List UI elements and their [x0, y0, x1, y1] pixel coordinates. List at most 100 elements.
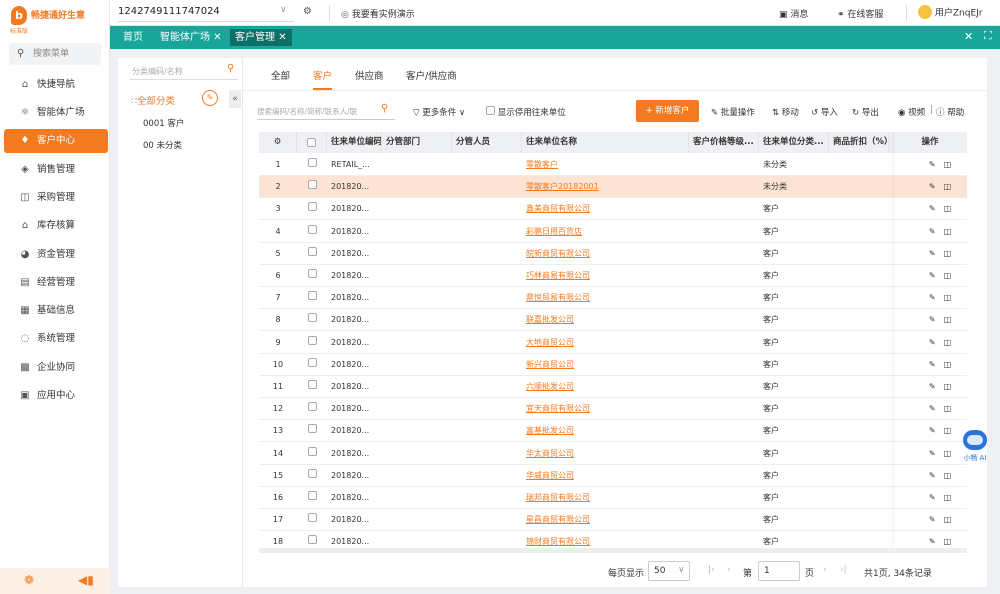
table-row[interactable]: 16 201820... 瑞邦商贸有限公司 客户 ✎◫	[259, 487, 967, 509]
close-all-icon[interactable]: ✕	[964, 30, 973, 43]
tree-node[interactable]: 00 未分类	[143, 139, 182, 151]
add-customer-button[interactable]: + 新增客户	[636, 100, 699, 122]
close-icon[interactable]: ✕	[278, 32, 286, 43]
demo-link[interactable]: ◎ 我要看实例演示	[341, 7, 415, 20]
sidebar-item[interactable]: ⌂ 快捷导航	[4, 73, 108, 97]
category-search-input[interactable]: 分类编码/名称 ⚲	[130, 62, 238, 80]
unit-name-link[interactable]: 华威商贸公司	[526, 465, 686, 486]
sidebar-item[interactable]: ▣ 应用中心	[4, 384, 108, 408]
table-row[interactable]: 8 201820... 联嘉批发公司 客户 ✎◫	[259, 309, 967, 332]
column-header-code[interactable]: 往来单位编码	[327, 132, 382, 153]
column-header-price-level[interactable]: 客户价格等级...	[689, 132, 759, 153]
search-icon[interactable]: ⚲	[381, 103, 388, 114]
table-row[interactable]: 6 201820... 巧林商易有限公司 客户 ✎◫	[259, 265, 967, 287]
sidebar-item[interactable]: ◈ 销售管理	[4, 158, 108, 182]
delete-icon[interactable]: ◫	[944, 338, 960, 347]
unit-name-link[interactable]: 富基批发公司	[526, 420, 686, 441]
unit-name-link[interactable]: 彩鹏日用百货店	[526, 221, 686, 242]
unit-name-link[interactable]: 星昌商贸有限公司	[526, 509, 686, 530]
show-disabled-checkbox[interactable]	[486, 106, 495, 115]
table-row[interactable]: 4 201820... 彩鹏日用百货店 客户 ✎◫	[259, 221, 967, 243]
table-row[interactable]: 7 201820... 鼎悦贸易有限公司 客户 ✎◫	[259, 287, 967, 310]
tab-customer-management[interactable]: 客户管理 ✕	[230, 29, 292, 46]
unit-name-link[interactable]: 宜天商贸有限公司	[526, 398, 686, 419]
online-service-button[interactable]: ⚭ 在线客服	[837, 7, 883, 20]
prev-page-icon[interactable]: ‹	[727, 565, 731, 575]
move-button[interactable]: ⇅ 移动	[772, 106, 799, 118]
close-icon[interactable]: ✕	[213, 32, 221, 43]
edit-icon[interactable]: ✎	[929, 315, 944, 324]
delete-icon[interactable]: ◫	[944, 360, 960, 369]
edit-icon[interactable]: ✎	[929, 493, 944, 502]
edit-icon[interactable]: ✎	[929, 382, 944, 391]
delete-icon[interactable]: ◫	[944, 182, 960, 191]
column-header-category[interactable]: 往来单位分类...	[759, 132, 829, 153]
column-header-discount[interactable]: 商品折扣（%）	[829, 132, 889, 153]
user-menu[interactable]: 用户ZnqEJr	[918, 5, 983, 19]
unit-name-link[interactable]: 华太商贸公司	[526, 443, 686, 464]
import-button[interactable]: ↺ 导入	[811, 106, 838, 118]
edit-icon[interactable]: ✎	[929, 537, 944, 546]
sidebar-item[interactable]: ⌂ 库存核算	[4, 214, 108, 238]
table-row[interactable]: 12 201820... 宜天商贸有限公司 客户 ✎◫	[259, 398, 967, 421]
menu-search-input[interactable]: ⚲ 搜索菜单	[9, 43, 101, 65]
collapse-tree-icon[interactable]: «	[229, 90, 241, 108]
table-row[interactable]: 5 201820... 皖新商贸有限公司 客户 ✎◫	[259, 243, 967, 265]
row-checkbox[interactable]	[307, 313, 317, 323]
row-checkbox[interactable]	[307, 513, 317, 523]
edit-icon[interactable]: ✎	[929, 293, 944, 302]
row-checkbox[interactable]	[307, 357, 317, 367]
unit-name-link[interactable]: 鼎悦贸易有限公司	[526, 287, 686, 308]
edit-icon[interactable]: ✎	[929, 271, 944, 280]
row-checkbox[interactable]	[307, 158, 317, 167]
table-row[interactable]: 17 201820... 星昌商贸有限公司 客户 ✎◫	[259, 509, 967, 532]
delete-icon[interactable]: ◫	[944, 515, 960, 524]
show-disabled-toggle[interactable]: 显示停用往来单位	[486, 106, 566, 118]
delete-icon[interactable]: ◫	[944, 227, 960, 236]
help-button[interactable]: ⓘ 帮助	[936, 106, 964, 118]
table-row[interactable]: 13 201820... 富基批发公司 客户 ✎◫	[259, 420, 967, 443]
row-checkbox[interactable]	[307, 291, 317, 301]
ai-assistant-button[interactable]: 小畅 AI	[957, 430, 993, 466]
type-tab[interactable]: 全部	[271, 68, 290, 88]
unit-name-link[interactable]: 锦财商贸有限公司	[526, 531, 686, 548]
type-tab[interactable]: 客户/供应商	[406, 68, 457, 88]
table-row[interactable]: 2 201820... 零散客户20182001 未分类 ✎◫	[259, 176, 967, 199]
tab-home[interactable]: 首页	[123, 26, 143, 49]
sidebar-item[interactable]: ▤ 经营管理	[4, 271, 108, 295]
edit-icon[interactable]: ✎	[929, 204, 944, 213]
row-checkbox[interactable]	[307, 535, 317, 545]
row-checkbox[interactable]	[307, 491, 317, 500]
table-row[interactable]: 10 201820... 新兴商贸公司 客户 ✎◫	[259, 354, 967, 376]
per-page-select[interactable]: 50 ∨	[648, 561, 690, 581]
unit-name-link[interactable]: 鑫美商贸有限公司	[526, 198, 686, 219]
tree-root[interactable]: ∷全部分类	[131, 93, 175, 107]
messages-button[interactable]: ▣ 消息	[779, 7, 808, 20]
export-button[interactable]: ↻ 导出	[852, 106, 879, 118]
type-tab[interactable]: 供应商	[355, 68, 384, 88]
type-tab[interactable]: 客户	[313, 68, 333, 90]
edit-icon[interactable]: ✎	[929, 182, 944, 191]
delete-icon[interactable]: ◫	[944, 315, 960, 324]
sidebar-item[interactable]: ♦ 客户中心	[4, 129, 108, 153]
column-settings-icon[interactable]: ⚙	[259, 132, 297, 153]
table-row[interactable]: 11 201820... 六顺批发公司 客户 ✎◫	[259, 376, 967, 398]
logo[interactable]: b 畅捷通好生意 标准版	[8, 4, 108, 35]
delete-icon[interactable]: ◫	[944, 204, 960, 213]
table-row[interactable]: 18 201820... 锦财商贸有限公司 客户 ✎◫	[259, 531, 967, 548]
row-checkbox[interactable]	[307, 246, 317, 256]
edit-icon[interactable]: ✎	[929, 338, 944, 347]
search-icon[interactable]: ⚲	[227, 63, 234, 74]
edit-icon[interactable]: ✎	[929, 249, 944, 258]
fullscreen-icon[interactable]: ⛶	[984, 29, 992, 43]
first-page-icon[interactable]: |‹	[708, 565, 715, 575]
delete-icon[interactable]: ◫	[944, 249, 960, 258]
unit-name-link[interactable]: 巧林商易有限公司	[526, 265, 686, 286]
next-page-icon[interactable]: ›	[823, 565, 827, 575]
row-checkbox[interactable]	[307, 424, 317, 434]
edit-icon[interactable]: ✎	[929, 515, 944, 524]
last-page-icon[interactable]: ›|	[840, 565, 847, 575]
table-row[interactable]: 9 201820... 大地商贸公司 客户 ✎◫	[259, 332, 967, 354]
edit-icon[interactable]: ✎	[929, 471, 944, 480]
delete-icon[interactable]: ◫	[944, 293, 960, 302]
